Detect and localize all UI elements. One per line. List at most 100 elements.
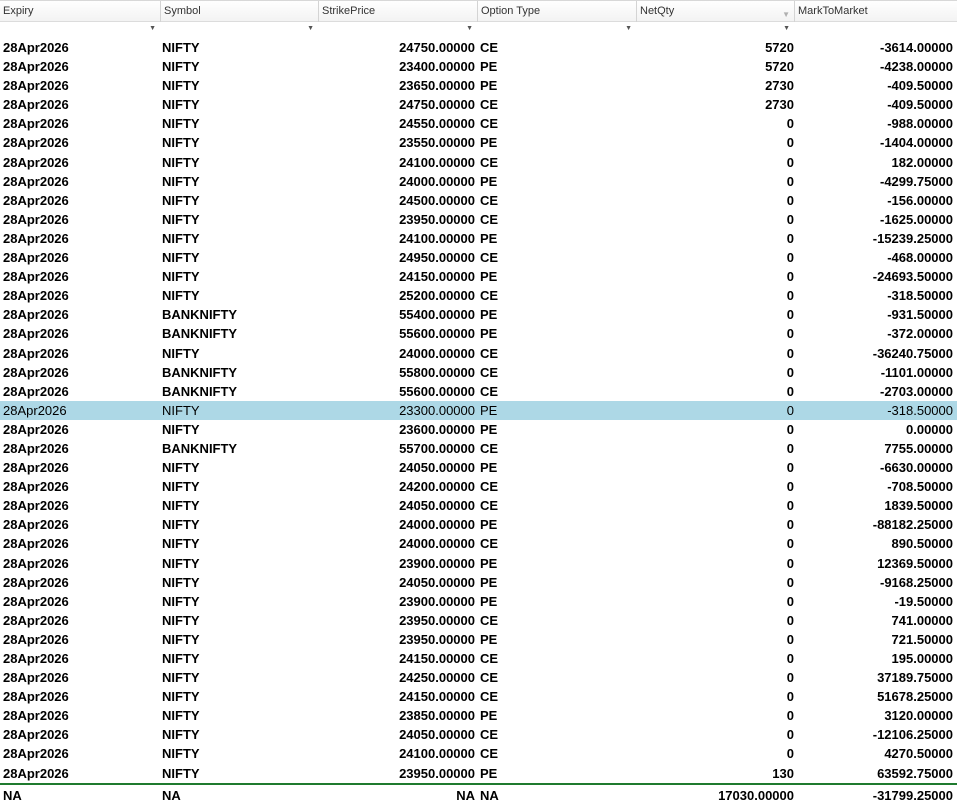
cell-symbol: NIFTY <box>162 402 200 418</box>
table-row[interactable]: 28Apr2026 NIFTY 24050.00000 CE 0 1839.50000 <box>0 496 957 515</box>
cell-expiry: 28Apr2026 <box>3 116 69 132</box>
cell-mtm: 890.50000 <box>891 536 953 552</box>
col-label-netqty: NetQty <box>640 5 675 17</box>
cell-symbol: NIFTY <box>162 135 200 151</box>
table-row[interactable]: 28Apr2026 BANKNIFTY 55400.00000 PE 0 -931.500… <box>0 305 957 324</box>
cell-mtm: 7755.00000 <box>884 440 953 456</box>
cell-mtm: -318.50000 <box>887 288 953 304</box>
cell-symbol: BANKNIFTY <box>162 326 238 342</box>
cell-expiry: 28Apr2026 <box>3 211 69 227</box>
cell-expiry: 28Apr2026 <box>3 727 69 743</box>
filter-dropdown-icon[interactable]: ▼ <box>477 22 636 36</box>
cell-option-type: CE <box>480 689 499 705</box>
cell-expiry: 28Apr2026 <box>3 326 69 342</box>
table-row[interactable]: 28Apr2026 NIFTY 24050.00000 CE 0 -12106.25000 <box>0 725 957 744</box>
table-row[interactable]: 28Apr2026 NIFTY 24100.00000 CE 0 4270.50000 <box>0 744 957 763</box>
table-row[interactable]: 28Apr2026 BANKNIFTY 55700.00000 CE 0 7755.000… <box>0 439 957 458</box>
cell-netqty: 0 <box>786 307 794 323</box>
cell-option-type: CE <box>480 612 499 628</box>
cell-netqty: 0 <box>786 402 794 418</box>
table-row[interactable]: 28Apr2026 NIFTY 24100.00000 PE 0 -15239.25000 <box>0 229 957 248</box>
table-row[interactable]: 28Apr2026 NIFTY 24250.00000 CE 0 37189.75000 <box>0 668 957 687</box>
cell-netqty: 5720 <box>765 40 794 55</box>
table-row[interactable]: 28Apr2026 NIFTY 23950.00000 CE 0 -1625.00000 <box>0 210 957 229</box>
table-row[interactable]: 28Apr2026 NIFTY 24750.00000 CE 2730 -409.5000… <box>0 95 957 114</box>
cell-mtm: -468.00000 <box>887 250 953 266</box>
table-row[interactable]: 28Apr2026 BANKNIFTY 55800.00000 CE 0 -1101.00… <box>0 363 957 382</box>
table-row[interactable]: 28Apr2026 NIFTY 23950.00000 PE 0 721.50000 <box>0 630 957 649</box>
cell-option-type: PE <box>480 574 498 590</box>
cell-strike: 24000.00000 <box>399 517 475 533</box>
cell-option-type: CE <box>480 97 499 113</box>
table-row[interactable]: 28Apr2026 NIFTY 23600.00000 PE 0 0.00000 <box>0 420 957 439</box>
cell-expiry: 28Apr2026 <box>3 345 69 361</box>
table-row[interactable]: 28Apr2026 NIFTY 24150.00000 CE 0 51678.25000 <box>0 687 957 706</box>
cell-expiry: 28Apr2026 <box>3 708 69 724</box>
col-header-symbol[interactable]: Symbol <box>160 1 318 22</box>
table-row[interactable]: 28Apr2026 NIFTY 24000.00000 PE 0 -4299.75000 <box>0 172 957 191</box>
cell-expiry: 28Apr2026 <box>3 97 69 113</box>
cell-symbol: NIFTY <box>162 593 200 609</box>
cell-strike: 55700.00000 <box>399 440 475 456</box>
table-row[interactable]: 28Apr2026 NIFTY 23950.00000 CE 0 741.00000 <box>0 611 957 630</box>
cell-expiry: 28Apr2026 <box>3 78 69 94</box>
cell-netqty: 0 <box>786 230 794 246</box>
table-row[interactable]: 28Apr2026 NIFTY 24750.00000 CE 5720 -3614.000… <box>0 38 957 57</box>
cell-option-type: CE <box>480 192 499 208</box>
table-row[interactable]: 28Apr2026 NIFTY 23950.00000 PE 130 63592.7500… <box>0 764 957 783</box>
table-row[interactable]: 28Apr2026 NIFTY 24550.00000 CE 0 -988.00000 <box>0 114 957 133</box>
table-row[interactable]: 28Apr2026 NIFTY 23850.00000 PE 0 3120.00000 <box>0 706 957 725</box>
col-header-marktomarket[interactable]: MarkToMarket <box>794 1 957 22</box>
filter-row: ▼ ▼ ▼ ▼ ▼ <box>0 22 957 36</box>
col-header-option-type[interactable]: Option Type <box>477 1 636 22</box>
table-row[interactable]: 28Apr2026 NIFTY 25200.00000 CE 0 -318.50000 <box>0 286 957 305</box>
cell-expiry: 28Apr2026 <box>3 631 69 647</box>
cell-strike: 23600.00000 <box>399 421 475 437</box>
cell-mtm: -9168.25000 <box>879 574 953 590</box>
col-header-expiry[interactable]: Expiry <box>0 1 160 22</box>
table-row[interactable]: 28Apr2026 NIFTY 24100.00000 CE 0 182.00000 <box>0 153 957 172</box>
cell-mtm: -19.50000 <box>894 593 953 609</box>
table-row[interactable]: 28Apr2026 NIFTY 23900.00000 PE 0 -19.50000 <box>0 592 957 611</box>
filter-dropdown-icon[interactable]: ▼ <box>0 22 160 36</box>
filter-dropdown-icon[interactable]: ▼ <box>318 22 477 36</box>
cell-option-type: CE <box>480 670 499 686</box>
table-row[interactable]: 28Apr2026 NIFTY 24150.00000 CE 0 195.00000 <box>0 649 957 668</box>
table-row[interactable]: 28Apr2026 NIFTY 23300.00000 PE 0 -318.50000 <box>0 400 957 420</box>
cell-symbol: NIFTY <box>162 631 200 647</box>
table-row[interactable]: 28Apr2026 NIFTY 24150.00000 PE 0 -24693.50000 <box>0 267 957 286</box>
table-row[interactable]: 28Apr2026 NIFTY 23900.00000 PE 0 12369.50000 <box>0 554 957 573</box>
cell-mtm: -6630.00000 <box>879 460 953 476</box>
cell-strike: 23950.00000 <box>399 765 475 781</box>
table-row[interactable]: 28Apr2026 NIFTY 24500.00000 CE 0 -156.00000 <box>0 191 957 210</box>
table-row[interactable]: 28Apr2026 NIFTY 24200.00000 CE 0 -708.50000 <box>0 477 957 496</box>
cell-option-type: CE <box>480 345 499 361</box>
table-row[interactable]: 28Apr2026 BANKNIFTY 55600.00000 PE 0 -372.000… <box>0 324 957 343</box>
table-row[interactable]: 28Apr2026 NIFTY 24950.00000 CE 0 -468.00000 <box>0 248 957 267</box>
table-row[interactable]: 28Apr2026 NIFTY 23550.00000 PE 0 -1404.00000 <box>0 133 957 152</box>
cell-symbol: NIFTY <box>162 421 200 437</box>
table-row[interactable]: 28Apr2026 NIFTY 23650.00000 PE 2730 -409.5000… <box>0 76 957 95</box>
cell-mtm: -4299.75000 <box>879 173 953 189</box>
table-row[interactable]: 28Apr2026 NIFTY 23400.00000 PE 5720 -4238.000… <box>0 57 957 76</box>
table-row[interactable]: 28Apr2026 NIFTY 24050.00000 PE 0 -9168.25000 <box>0 573 957 592</box>
col-header-netqty[interactable]: NetQty ▼ <box>636 1 794 22</box>
filter-dropdown-icon[interactable]: ▼ <box>636 22 794 36</box>
table-row[interactable]: 28Apr2026 BANKNIFTY 55600.00000 CE 0 -2703.00… <box>0 382 957 401</box>
filter-dropdown-icon[interactable]: ▼ <box>160 22 318 36</box>
cell-netqty: 0 <box>786 574 794 590</box>
cell-strike: 23650.00000 <box>399 78 475 94</box>
col-header-strikeprice[interactable]: StrikePrice <box>318 1 477 22</box>
table-row[interactable]: 28Apr2026 NIFTY 24000.00000 CE 0 -36240.75000 <box>0 344 957 363</box>
cell-netqty: 0 <box>786 135 794 151</box>
cell-option-type: PE <box>480 555 498 571</box>
cell-expiry: 28Apr2026 <box>3 307 69 323</box>
table-row[interactable]: 28Apr2026 NIFTY 24000.00000 CE 0 890.50000 <box>0 534 957 553</box>
table-row[interactable]: 28Apr2026 NIFTY 24050.00000 PE 0 -6630.00000 <box>0 458 957 477</box>
table-row[interactable]: 28Apr2026 NIFTY 24000.00000 PE 0 -88182.25000 <box>0 515 957 534</box>
cell-netqty: 0 <box>786 383 794 399</box>
cell-strike: 24050.00000 <box>399 460 475 476</box>
cell-symbol: NIFTY <box>162 746 200 762</box>
cell-strike: 24150.00000 <box>399 269 475 285</box>
cell-mtm: 4270.50000 <box>884 746 953 762</box>
